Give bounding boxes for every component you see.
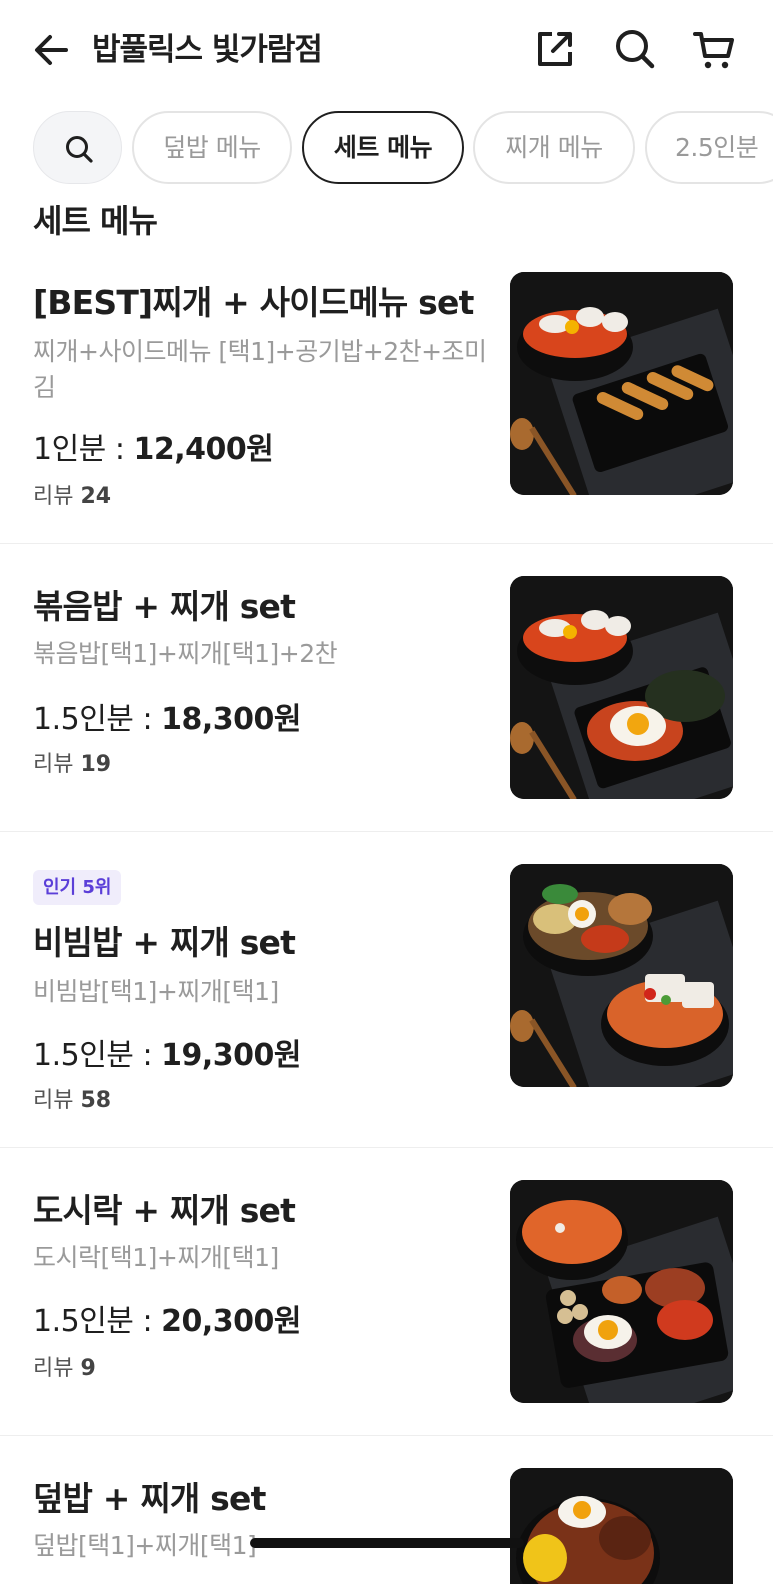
category-chips: 덮밥 메뉴 세트 메뉴 찌개 메뉴 2.5인분 xyxy=(0,110,773,186)
cart-button[interactable] xyxy=(692,26,738,72)
search-icon xyxy=(616,30,655,69)
home-indicator[interactable] xyxy=(250,1538,524,1548)
chip-set-menu[interactable]: 세트 메뉴 xyxy=(302,111,464,184)
item-price: 1.5인분 : 18,300원 xyxy=(33,702,301,737)
item-name: 덮밥 + 찌개 set xyxy=(33,1479,266,1518)
item-review-count: 리뷰 58 xyxy=(33,1088,112,1113)
menu-item[interactable]: 인기 5위 비빔밥 + 찌개 set 비빔밥[택1]+찌개[택1] 1.5인분 … xyxy=(0,832,773,1148)
item-name: [BEST]찌개 + 사이드메뉴 set xyxy=(33,283,474,322)
chip-jjigae[interactable]: 찌개 메뉴 xyxy=(473,111,635,184)
search-button[interactable] xyxy=(612,26,658,72)
cart-icon xyxy=(693,32,734,69)
item-price: 1인분 : 12,400원 xyxy=(33,432,274,467)
item-review-count: 리뷰 9 xyxy=(33,1356,96,1381)
chip-deopbap[interactable]: 덮밥 메뉴 xyxy=(132,111,292,184)
item-price: 1.5인분 : 19,300원 xyxy=(33,1038,301,1073)
section-title: 세트 메뉴 xyxy=(33,202,158,240)
item-photo xyxy=(510,576,733,799)
top-bar: 밥풀릭스 빛가람점 xyxy=(0,0,773,100)
menu-item[interactable]: [BEST]찌개 + 사이드메뉴 set 찌개+사이드메뉴 [택1]+공기밥+2… xyxy=(0,244,773,544)
item-review-count: 리뷰 19 xyxy=(33,752,112,777)
item-photo xyxy=(510,864,733,1087)
item-price: 1.5인분 : 20,300원 xyxy=(33,1304,301,1339)
search-icon xyxy=(66,136,93,163)
item-photo xyxy=(510,1180,733,1403)
item-description: 볶음밥[택1]+찌개[택1]+2찬 xyxy=(33,639,338,668)
item-description: 비빔밥[택1]+찌개[택1] xyxy=(33,977,279,1006)
item-description: 찌개+사이드메뉴 [택1]+공기밥+2찬+조미김 xyxy=(33,337,487,402)
store-title: 밥풀릭스 빛가람점 xyxy=(92,32,323,68)
item-name: 도시락 + 찌개 set xyxy=(33,1191,296,1230)
chip-search-button[interactable] xyxy=(33,111,122,184)
back-arrow-icon xyxy=(35,35,68,65)
item-name: 볶음밥 + 찌개 set xyxy=(33,587,296,626)
item-photo xyxy=(510,272,733,495)
chip-2-5-serving[interactable]: 2.5인분 xyxy=(645,111,773,184)
menu-item[interactable]: 도시락 + 찌개 set 도시락[택1]+찌개[택1] 1.5인분 : 20,3… xyxy=(0,1148,773,1436)
share-button[interactable] xyxy=(532,26,578,72)
item-description: 도시락[택1]+찌개[택1] xyxy=(33,1243,279,1272)
item-photo xyxy=(510,1468,733,1584)
popular-rank-badge: 인기 5위 xyxy=(33,870,122,905)
item-name: 비빔밥 + 찌개 set xyxy=(33,923,296,962)
back-button[interactable] xyxy=(30,28,74,72)
menu-item[interactable]: 볶음밥 + 찌개 set 볶음밥[택1]+찌개[택1]+2찬 1.5인분 : 1… xyxy=(0,544,773,832)
share-icon xyxy=(538,32,572,66)
menu-item[interactable]: 덮밥 + 찌개 set 덮밥[택1]+찌개[택1] xyxy=(0,1436,773,1584)
item-review-count: 리뷰 24 xyxy=(33,484,112,509)
